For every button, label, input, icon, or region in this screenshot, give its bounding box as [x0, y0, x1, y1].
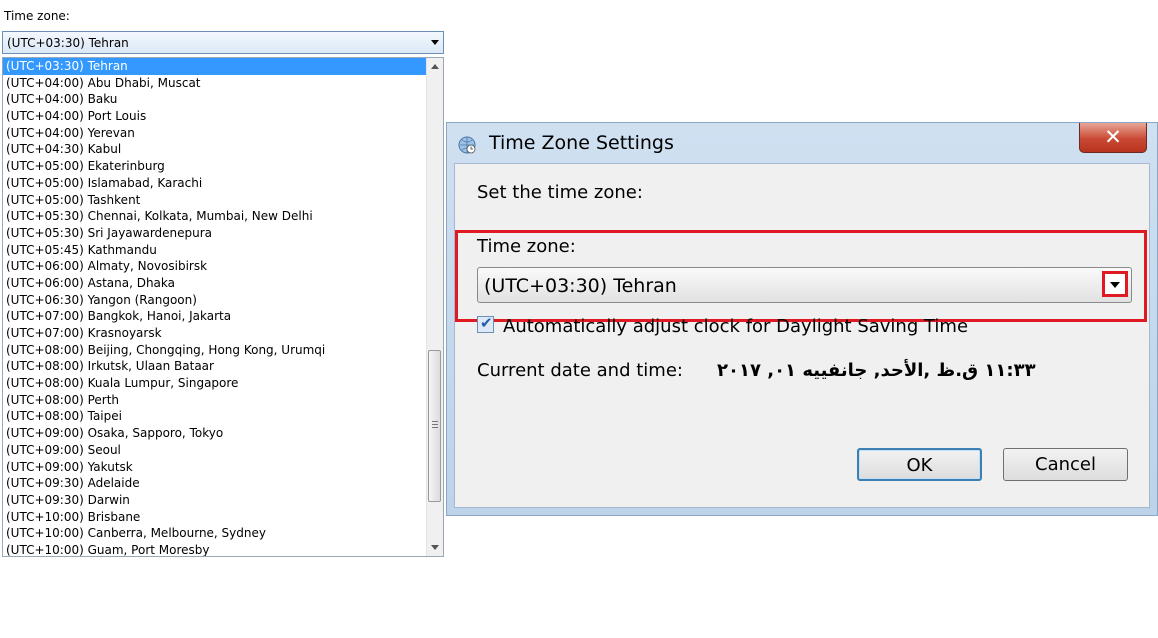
- timezone-select[interactable]: (UTC+03:30) Tehran: [477, 267, 1132, 303]
- timezone-option[interactable]: (UTC+05:00) Ekaterinburg: [3, 158, 426, 175]
- dialog-title: Time Zone Settings: [489, 132, 674, 154]
- timezone-option[interactable]: (UTC+10:00) Guam, Port Moresby: [3, 542, 426, 556]
- time-zone-settings-dialog: Time Zone Settings ✕ Set the time zone: …: [446, 122, 1158, 516]
- close-icon: ✕: [1104, 125, 1122, 149]
- timezone-option[interactable]: (UTC+06:30) Yangon (Rangoon): [3, 292, 426, 309]
- timezone-option[interactable]: (UTC+08:00) Irkutsk, Ulaan Bataar: [3, 358, 426, 375]
- timezone-option[interactable]: (UTC+07:00) Bangkok, Hanoi, Jakarta: [3, 308, 426, 325]
- timezone-options-list[interactable]: (UTC+03:30) Tehran (UTC+04:00) Abu Dhabi,…: [2, 57, 444, 557]
- timezone-options: (UTC+03:30) Tehran (UTC+04:00) Abu Dhabi,…: [3, 58, 426, 556]
- timezone-option[interactable]: (UTC+06:00) Astana, Dhaka: [3, 275, 426, 292]
- timezone-option[interactable]: (UTC+04:00) Port Louis: [3, 108, 426, 125]
- timezone-option[interactable]: (UTC+09:30) Adelaide: [3, 475, 426, 492]
- ok-button[interactable]: OK: [857, 448, 982, 481]
- timezone-option[interactable]: (UTC+08:00) Kuala Lumpur, Singapore: [3, 375, 426, 392]
- scroll-up-icon[interactable]: [431, 64, 439, 69]
- close-button[interactable]: ✕: [1079, 123, 1147, 153]
- timezone-option[interactable]: (UTC+05:30) Sri Jayawardenepura: [3, 225, 426, 242]
- scrollbar-thumb[interactable]: [428, 350, 441, 502]
- timezone-option[interactable]: (UTC+07:00) Krasnoyarsk: [3, 325, 426, 342]
- timezone-option[interactable]: (UTC+03:30) Tehran: [3, 58, 426, 75]
- timezone-option[interactable]: (UTC+08:00) Taipei: [3, 408, 426, 425]
- timezone-select-value: (UTC+03:30) Tehran: [484, 275, 677, 297]
- timezone-label: Time zone:: [4, 9, 70, 23]
- scroll-down-icon[interactable]: [431, 545, 439, 550]
- set-time-zone-label: Set the time zone:: [477, 182, 643, 203]
- timezone-option[interactable]: (UTC+05:00) Tashkent: [3, 192, 426, 209]
- timezone-option[interactable]: (UTC+04:00) Yerevan: [3, 125, 426, 142]
- timezone-selected-value: (UTC+03:30) Tehran: [7, 36, 129, 50]
- timezone-option[interactable]: (UTC+04:30) Kabul: [3, 141, 426, 158]
- globe-clock-icon: [458, 136, 476, 154]
- dropdown-button[interactable]: [1102, 271, 1128, 297]
- checkmark-icon: ✔: [480, 314, 493, 332]
- timezone-option[interactable]: (UTC+06:00) Almaty, Novosibirsk: [3, 258, 426, 275]
- timezone-option[interactable]: (UTC+10:00) Brisbane: [3, 509, 426, 526]
- chevron-down-icon[interactable]: [431, 40, 439, 45]
- timezone-option[interactable]: (UTC+09:00) Yakutsk: [3, 459, 426, 476]
- dialog-body: Set the time zone: Time zone: (UTC+03:30…: [454, 163, 1150, 508]
- timezone-option[interactable]: (UTC+09:00) Seoul: [3, 442, 426, 459]
- timezone-option[interactable]: (UTC+04:00) Baku: [3, 91, 426, 108]
- dst-checkbox[interactable]: ✔: [477, 314, 494, 333]
- timezone-combobox[interactable]: (UTC+03:30) Tehran: [2, 31, 444, 54]
- dst-label[interactable]: Automatically adjust clock for Daylight …: [503, 316, 968, 337]
- timezone-option[interactable]: (UTC+05:30) Chennai, Kolkata, Mumbai, Ne…: [3, 208, 426, 225]
- cancel-button[interactable]: Cancel: [1003, 448, 1128, 481]
- chevron-down-icon: [1110, 282, 1120, 288]
- timezone-option[interactable]: (UTC+05:00) Islamabad, Karachi: [3, 175, 426, 192]
- timezone-option[interactable]: (UTC+08:00) Perth: [3, 392, 426, 409]
- timezone-option[interactable]: (UTC+10:00) Canberra, Melbourne, Sydney: [3, 525, 426, 542]
- current-date-time-label: Current date and time:: [477, 360, 683, 381]
- timezone-dropdown-panel: Time zone: (UTC+03:30) Tehran (UTC+03:30…: [0, 0, 446, 560]
- timezone-option[interactable]: (UTC+09:30) Darwin: [3, 492, 426, 509]
- scrollbar[interactable]: [426, 58, 443, 556]
- current-date-time-value: ١١:٣٣ ق.ظ ,الأحد, جانفييه ٠١, ٢٠١٧: [717, 360, 1036, 381]
- timezone-option[interactable]: (UTC+05:45) Kathmandu: [3, 242, 426, 259]
- timezone-option[interactable]: (UTC+09:00) Osaka, Sapporo, Tokyo: [3, 425, 426, 442]
- timezone-option[interactable]: (UTC+08:00) Beijing, Chongqing, Hong Kon…: [3, 342, 426, 359]
- timezone-label: Time zone:: [477, 236, 576, 257]
- timezone-option[interactable]: (UTC+04:00) Abu Dhabi, Muscat: [3, 75, 426, 92]
- grip-icon: [432, 421, 438, 429]
